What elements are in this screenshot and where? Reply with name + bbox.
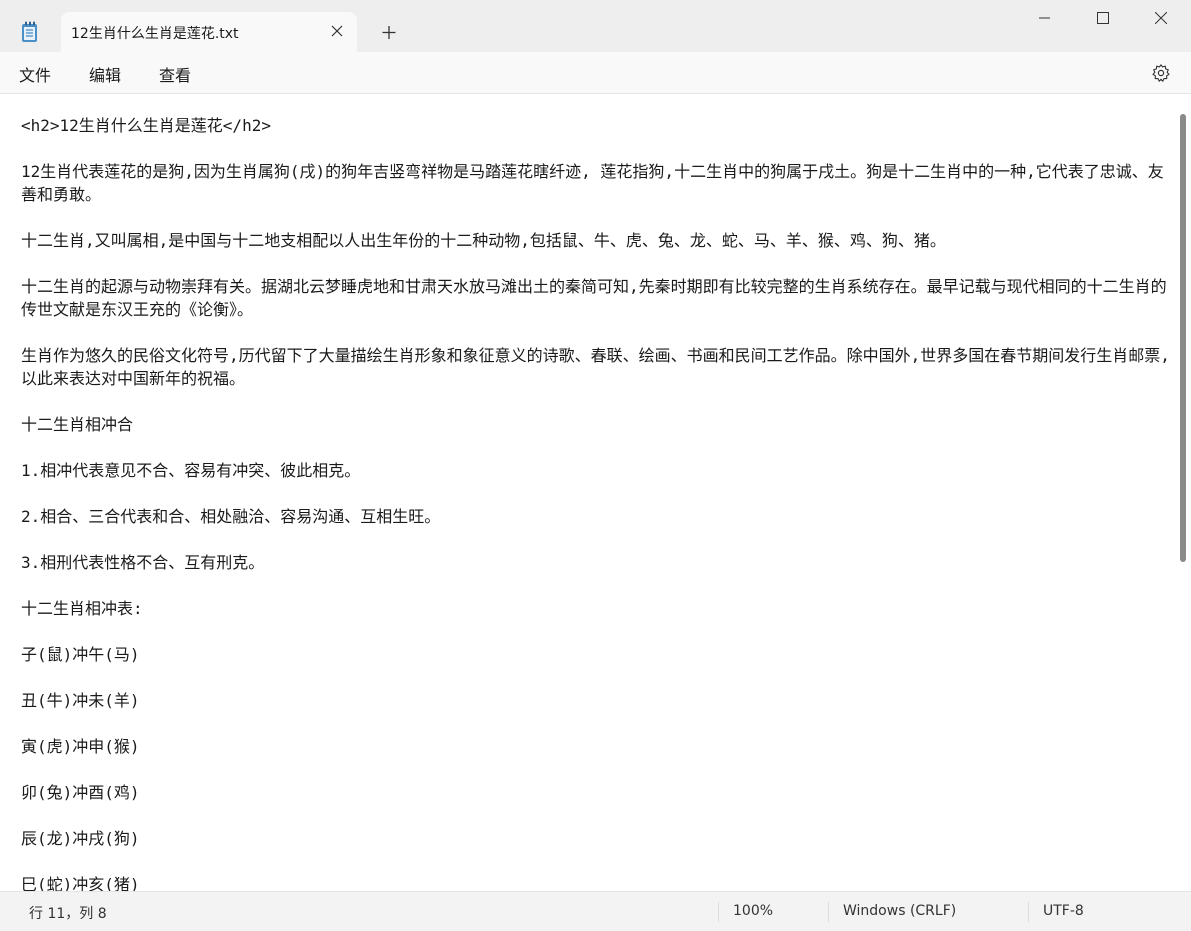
editor-content: <h2>12生肖什么生肖是莲花</h2> 12生肖代表莲花的是狗,因为生肖属狗(… xyxy=(21,114,1171,891)
text-line: 十二生肖,又叫属相,是中国与十二地支相配以人出生年份的十二种动物,包括鼠、牛、虎… xyxy=(21,231,946,250)
text-line: 子(鼠)冲午(马) xyxy=(21,645,140,664)
text-line: 1.相冲代表意见不合、容易有冲突、彼此相克。 xyxy=(21,461,361,480)
zoom-level[interactable]: 100% xyxy=(733,903,773,919)
menu-edit[interactable]: 编辑 xyxy=(89,62,121,86)
text-line: 2.相合、三合代表和合、相处融洽、容易沟通、互相生旺。 xyxy=(21,507,441,526)
vertical-scrollbar[interactable] xyxy=(1180,114,1186,562)
gear-icon[interactable] xyxy=(1151,63,1171,83)
text-line: 十二生肖的起源与动物崇拜有关。据湖北云梦睡虎地和甘肃天水放马滩出土的秦简可知,先… xyxy=(21,277,1167,319)
text-line: 3.相刑代表性格不合、互有刑克。 xyxy=(21,553,265,572)
tab-title: 12生肖什么生肖是莲花.txt xyxy=(71,26,239,42)
text-line: 十二生肖相冲表: xyxy=(21,599,143,618)
text-line: <h2>12生肖什么生肖是莲花</h2> xyxy=(21,116,271,135)
text-line: 十二生肖相冲合 xyxy=(21,415,134,434)
menu-bar: 文件 编辑 查看 xyxy=(0,52,1191,94)
tab-document[interactable]: 12生肖什么生肖是莲花.txt xyxy=(61,12,357,52)
text-line: 寅(虎)冲申(猴) xyxy=(21,737,140,756)
line-ending[interactable]: Windows (CRLF) xyxy=(843,903,956,919)
status-divider xyxy=(1028,902,1029,922)
text-line: 卯(兔)冲酉(鸡) xyxy=(21,783,140,802)
status-bar: 行 11，列 8 100% Windows (CRLF) UTF-8 xyxy=(0,891,1191,931)
close-icon[interactable] xyxy=(1132,0,1190,36)
menu-view[interactable]: 查看 xyxy=(159,62,191,86)
text-line: 丑(牛)冲未(羊) xyxy=(21,691,140,710)
text-line: 巳(蛇)冲亥(猪) xyxy=(21,875,140,891)
minimize-icon[interactable] xyxy=(1016,0,1074,36)
cursor-position: 行 11，列 8 xyxy=(29,906,107,922)
status-divider xyxy=(828,902,829,922)
menu-file[interactable]: 文件 xyxy=(19,62,51,86)
plus-icon[interactable] xyxy=(377,22,401,44)
text-editor[interactable]: <h2>12生肖什么生肖是莲花</h2> 12生肖代表莲花的是狗,因为生肖属狗(… xyxy=(0,94,1191,891)
text-line: 生肖作为悠久的民俗文化符号,历代留下了大量描绘生肖形象和象征意义的诗歌、春联、绘… xyxy=(21,346,1170,388)
encoding[interactable]: UTF-8 xyxy=(1043,903,1084,919)
maximize-icon[interactable] xyxy=(1074,0,1132,36)
notepad-icon xyxy=(20,21,40,43)
text-line: 12生肖代表莲花的是狗,因为生肖属狗(戌)的狗年吉竖弯祥物是马踏莲花瞎纤迹, 莲… xyxy=(21,162,1164,204)
title-bar: 12生肖什么生肖是莲花.txt xyxy=(0,0,1191,52)
text-line: 辰(龙)冲戌(狗) xyxy=(21,829,140,848)
status-divider xyxy=(718,902,719,922)
close-icon[interactable] xyxy=(327,21,347,41)
